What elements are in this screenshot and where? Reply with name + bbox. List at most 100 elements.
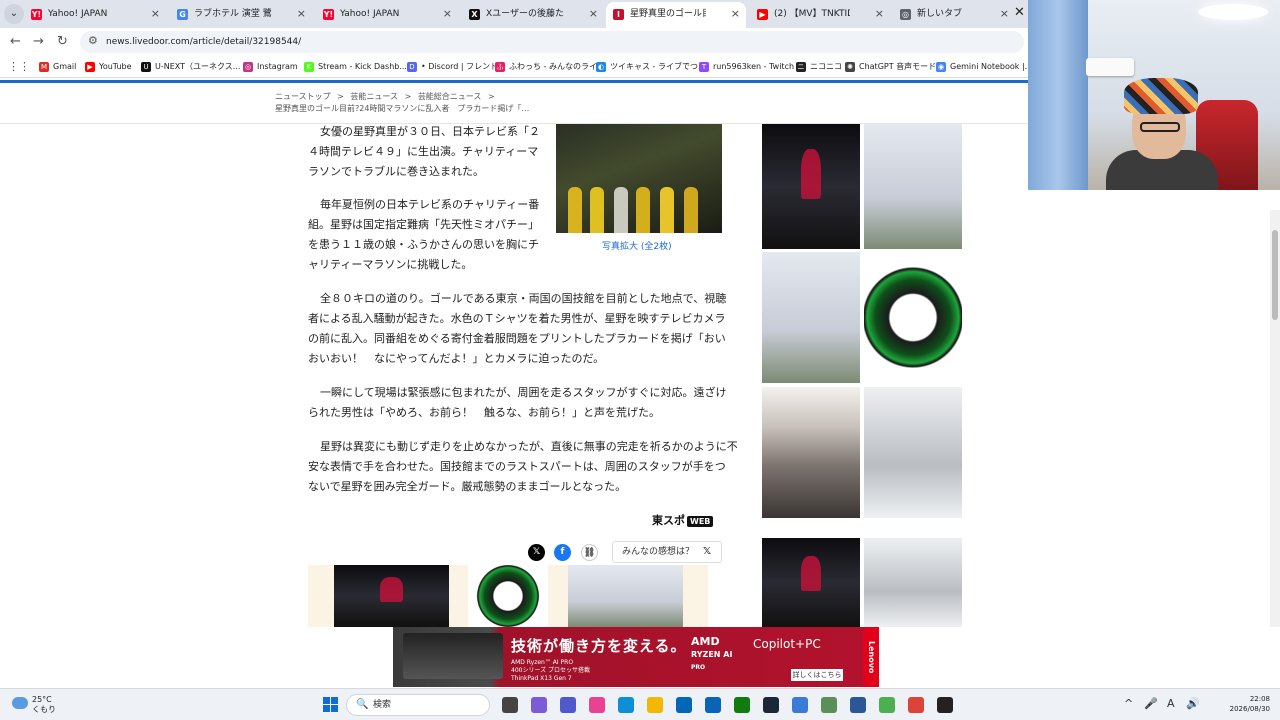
tab-close-icon[interactable]: × (589, 2, 598, 26)
browser-tab[interactable]: ◎ 新しいタブ × (893, 2, 1015, 28)
taskbar-search[interactable]: 🔍 検索 (346, 694, 490, 716)
bookmark-item[interactable]: ニニコニコ (796, 60, 842, 74)
bookmark-item[interactable]: M Gmail (39, 60, 76, 74)
photo-figure (660, 187, 674, 233)
file-explorer-icon[interactable] (647, 697, 663, 713)
bookmark-favicon-icon: ✺ (845, 62, 855, 72)
side-ad-legs-2[interactable] (762, 252, 860, 383)
copy-link-button[interactable]: ⛓ (581, 544, 598, 561)
side-ad-person[interactable] (762, 387, 860, 518)
photo-enlarge-link[interactable]: 写真拡大 (全2枚) (602, 239, 672, 252)
steam-icon[interactable] (763, 697, 779, 713)
system-clock[interactable]: 22:08 2026/08/30 (1226, 694, 1270, 714)
promo-image-legs (568, 565, 683, 627)
browser-tab[interactable]: Y! Yahoo! JAPAN × (316, 2, 458, 28)
bookmark-item[interactable]: D • Discord | フレンド (407, 60, 498, 74)
share-facebook-button[interactable]: f (554, 544, 571, 561)
side-ad-shorts[interactable] (864, 387, 962, 518)
bottom-ad-banner[interactable]: 技術が働き方を変える。 AMD Ryzen™ AI PRO 400シリーズ プロ… (393, 627, 879, 687)
app-icon-4[interactable] (850, 697, 866, 713)
article-text-line: 星野は異変にも動じず走りを止めなかったが、直後に無事の完走を祈るかのように不 (320, 440, 738, 453)
app-icon[interactable] (589, 697, 605, 713)
breadcrumb-item[interactable]: ニューストップ (275, 92, 331, 101)
address-bar[interactable]: ⚙ news.livedoor.com/article/detail/32198… (80, 31, 1024, 53)
tab-strip: ⌄ Y!Yahoo! JAPAN×Gラブホテル 演堂 鷺技 - Googl×Y!… (0, 0, 1028, 28)
bookmark-label: ふわっち - みんなのライ... (509, 62, 605, 71)
taskbar: ☁ 25°C くもり 🔍 検索 ^ 🎤 A 🔊 (0, 688, 1280, 720)
tab-close-icon[interactable]: × (1000, 2, 1009, 26)
feedback-x-icon: 𝕏 (702, 546, 711, 557)
taskbar-search-label: 検索 (373, 700, 392, 710)
start-button[interactable] (323, 697, 339, 713)
forward-button[interactable]: → (33, 34, 44, 49)
browser-tab[interactable]: G ラブホテル 演堂 鷺技 - Googl × (170, 2, 312, 28)
tab-close-icon[interactable]: × (151, 2, 160, 26)
bookmark-item[interactable]: ◎ Instagram (243, 60, 298, 74)
tab-close-icon[interactable]: × (731, 2, 740, 26)
app-icon-3[interactable] (821, 697, 837, 713)
browser-tab[interactable]: l 星野真里のゴール目前"24時 × (606, 2, 746, 28)
photo-figure (636, 187, 650, 233)
page-scrollbar[interactable] (1270, 210, 1280, 627)
edge-icon[interactable] (618, 697, 634, 713)
copilot-icon[interactable] (531, 697, 547, 713)
source-badge: WEB (687, 516, 714, 527)
obs-icon[interactable] (937, 697, 953, 713)
bookmark-item[interactable]: Trun5963ken - Twitch (699, 60, 794, 74)
back-button[interactable]: ← (10, 34, 21, 49)
ime-icon[interactable]: A (1167, 697, 1175, 710)
promo-banner[interactable] (308, 565, 708, 627)
bookmark-item[interactable]: ふふわっち - みんなのライ... (495, 60, 605, 74)
browser-tab[interactable]: X Xユーザーの後藤たけし(松戸市 × (462, 2, 604, 28)
breadcrumb-item[interactable]: 芸能ニュース (350, 92, 398, 101)
bookmark-favicon-icon: D (407, 62, 417, 72)
microphone-icon[interactable]: 🎤 (1144, 697, 1158, 710)
bookmark-item[interactable]: ▶ YouTube (85, 60, 132, 74)
xbox-icon[interactable] (734, 697, 750, 713)
tray-overflow-icon[interactable]: ^ (1124, 697, 1133, 710)
windows-logo-tile (323, 705, 330, 712)
bookmark-item[interactable]: ◉ Gemini Notebook |... (936, 60, 1032, 74)
browser-tab[interactable]: Y! Yahoo! JAPAN × (24, 2, 166, 28)
volume-icon[interactable]: 🔊 (1186, 697, 1200, 710)
app-icon-5[interactable] (879, 697, 895, 713)
article-photo[interactable] (556, 124, 722, 233)
ad-subtext-line: 400シリーズ プロセッサ搭載 (511, 667, 591, 674)
scrollbar-thumb[interactable] (1272, 230, 1278, 320)
side-ad-ring[interactable] (864, 252, 962, 383)
tab-close-icon[interactable]: × (297, 2, 306, 26)
feedback-button[interactable]: みんなの感想は？ 𝕏 (612, 541, 722, 563)
outlook-icon[interactable] (705, 697, 721, 713)
bookmark-item[interactable]: ◐ ツイキャス - ライブでつ... (596, 60, 706, 74)
task-view-icon[interactable] (502, 697, 518, 713)
side-ad-legs[interactable] (864, 124, 962, 249)
photo-figure (568, 187, 582, 233)
tab-close-icon[interactable]: × (443, 2, 452, 26)
weather-widget[interactable]: ☁ 25°C くもり (12, 695, 56, 715)
app-icon-2[interactable] (792, 697, 808, 713)
apps-grid-icon[interactable]: ⋮⋮ (8, 60, 30, 73)
tab-search-button[interactable]: ⌄ (4, 4, 24, 24)
bookmark-label: YouTube (99, 62, 132, 71)
browser-tab[interactable]: ▶ (2) 【MV】TNKTIDKSG DISCO × (750, 2, 890, 28)
window-close-button[interactable]: ✕ (1014, 5, 1025, 20)
side-ad-armor[interactable] (762, 124, 860, 249)
promo-image-armor (334, 565, 449, 627)
bookmark-item[interactable]: U U-NEXT（ユーネクス... (141, 60, 240, 74)
breadcrumb-item[interactable]: 芸能総合ニュース (418, 92, 482, 101)
tab-close-icon[interactable]: × (875, 2, 884, 26)
store-icon[interactable] (676, 697, 692, 713)
site-info-icon[interactable]: ⚙ (88, 34, 98, 47)
share-x-button[interactable]: 𝕏 (528, 544, 545, 561)
ad-cta-button[interactable]: 詳しくはこちら › (791, 669, 843, 687)
side-ad-armor-2[interactable] (762, 538, 860, 627)
teams-icon[interactable] (560, 697, 576, 713)
reload-button[interactable]: ↻ (57, 34, 68, 49)
chrome-icon[interactable] (908, 697, 924, 713)
article-text-line: ４時間テレビ４９」に生出演。チャリティーマ (308, 145, 539, 158)
bookmark-item[interactable]: ✺ ChatGPT 音声モード (845, 60, 936, 74)
feedback-label: みんなの感想は？ (622, 547, 695, 557)
side-ad-shorts-2[interactable] (864, 538, 962, 627)
webcam-air-conditioner (1086, 58, 1134, 76)
bookmark-item[interactable]: K Stream - Kick Dashb... (304, 60, 407, 74)
